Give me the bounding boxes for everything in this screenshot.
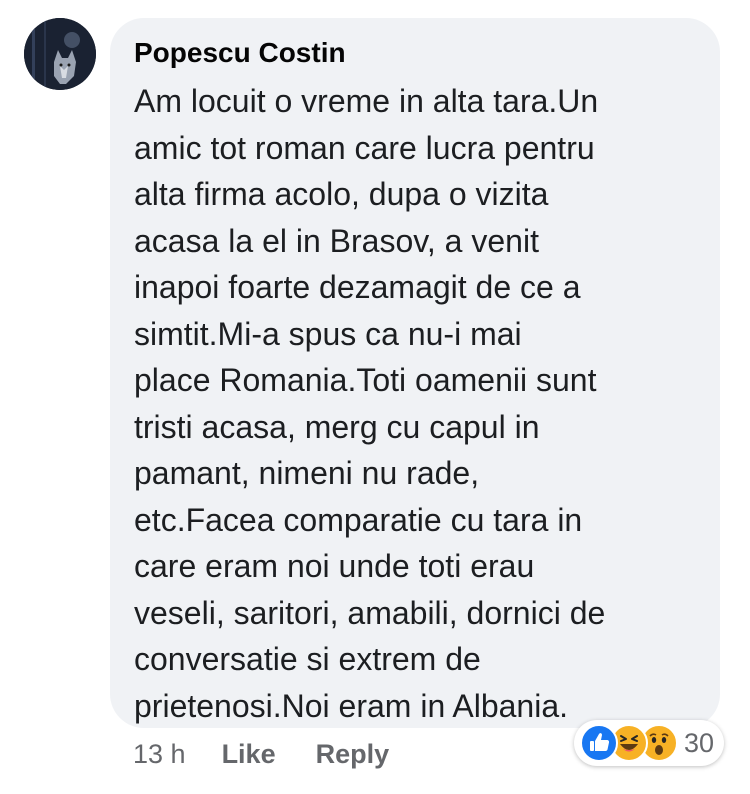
comment-text: Am locuit o vreme in alta tara.Un amic t…	[134, 78, 698, 729]
avatar[interactable]	[24, 18, 96, 90]
comment-line: pamant, nimeni nu rade,	[134, 455, 480, 491]
comment-line: amic tot roman care lucra pentru	[134, 129, 595, 166]
comment-line: conversatie si extrem de	[134, 641, 481, 677]
comment-actions: 13 h Like Reply	[133, 733, 429, 775]
reply-button[interactable]: Reply	[316, 739, 390, 770]
comment-line: alta firma acolo, dupa o vizita	[134, 176, 549, 212]
comment-line: place Romania.Toti oamenii sunt	[134, 362, 597, 398]
comment-line: etc.Facea comparatie cu tara in	[134, 501, 583, 538]
reactions-summary[interactable]: 30	[574, 720, 725, 766]
wolf-avatar-icon	[24, 18, 96, 90]
comment-line: veseli, saritori, amabili, dornici de	[134, 594, 606, 631]
comment-line: care eram noi unde toti erau	[134, 548, 535, 584]
comment-line: inapoi foarte dezamagit de ce a	[134, 269, 581, 305]
comment-line: acasa la el in Brasov, a venit	[134, 222, 539, 259]
like-button[interactable]: Like	[222, 739, 276, 770]
comment-line: Am locuit o vreme in alta tara.Un	[134, 83, 599, 119]
comment-line: tristi acasa, merg cu capul in	[134, 408, 540, 445]
reaction-count: 30	[684, 727, 715, 758]
comment-page: Popescu Costin Am locuit o vreme in alta…	[0, 0, 750, 794]
timestamp[interactable]: 13 h	[133, 739, 186, 770]
comment-bubble: Popescu Costin Am locuit o vreme in alta…	[110, 18, 720, 728]
like-icon	[580, 724, 618, 762]
author-name[interactable]: Popescu Costin	[134, 36, 698, 70]
comment-line: simtit.Mi-a spus ca nu-i mai	[134, 315, 522, 352]
